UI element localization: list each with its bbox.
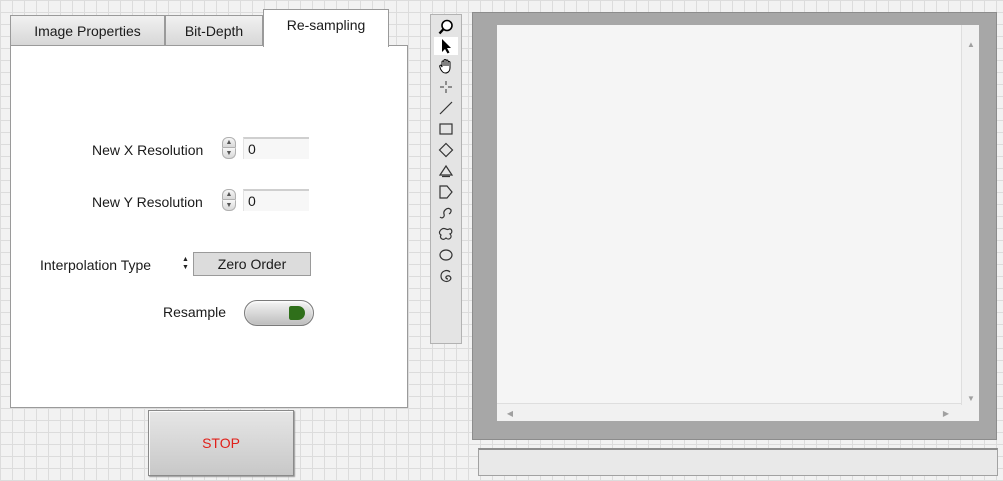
tab-label: Image Properties [34, 23, 141, 39]
pointer-icon[interactable] [434, 37, 458, 55]
zoom-icon[interactable] [434, 18, 458, 36]
image-display-frame: ▲ ▼ ◀ ▶ [472, 12, 997, 440]
tab-image-properties[interactable]: Image Properties [10, 15, 165, 46]
annulus-icon[interactable] [434, 162, 458, 180]
freehand-line-icon[interactable] [434, 204, 458, 222]
increment-arrow-icon[interactable]: ▲ [222, 189, 236, 200]
increment-arrow-icon[interactable]: ▲ [222, 137, 236, 148]
resample-button[interactable] [244, 300, 314, 326]
pan-hand-icon[interactable] [434, 57, 458, 75]
vertical-scrollbar[interactable]: ▲ ▼ [961, 25, 979, 417]
image-display[interactable] [497, 25, 961, 403]
broken-line-icon[interactable] [434, 267, 458, 285]
stop-button[interactable]: STOP [148, 410, 294, 476]
freehand-region-icon[interactable] [434, 225, 458, 243]
tab-strip: Image Properties Bit-Depth Re-sampling [10, 8, 408, 47]
decrement-arrow-icon[interactable]: ▼ [222, 148, 236, 159]
tab-label: Bit-Depth [184, 23, 244, 39]
new-x-resolution-input[interactable]: 0 [243, 137, 309, 159]
ring-down-arrow-icon[interactable]: ▼ [182, 264, 189, 272]
scroll-left-arrow-icon[interactable]: ◀ [501, 404, 519, 422]
resample-label: Resample [163, 304, 227, 320]
tab-re-sampling[interactable]: Re-sampling [263, 9, 389, 47]
scroll-right-arrow-icon[interactable]: ▶ [937, 404, 955, 422]
resample-led-icon [289, 306, 305, 320]
new-x-resolution-label: New X Resolution [92, 142, 204, 158]
rectangle-icon[interactable] [434, 120, 458, 138]
tab-label: Re-sampling [286, 17, 366, 33]
oval-icon[interactable] [434, 246, 458, 264]
interpolation-type-label: Interpolation Type [40, 257, 152, 273]
interpolation-type-ring[interactable]: Zero Order [193, 252, 311, 276]
new-y-resolution-label: New Y Resolution [92, 194, 203, 210]
image-info-status-bar [478, 448, 998, 476]
re-sampling-page: New X Resolution ▲ ▼ 0 New Y Resolution … [10, 45, 408, 408]
crosshair-point-icon[interactable] [434, 78, 458, 96]
rotated-rectangle-icon[interactable] [434, 141, 458, 159]
decrement-arrow-icon[interactable]: ▼ [222, 200, 236, 211]
line-icon[interactable] [434, 99, 458, 117]
ring-up-arrow-icon[interactable]: ▲ [182, 256, 189, 264]
new-y-resolution-stepper[interactable]: ▲ ▼ [222, 189, 236, 211]
scroll-up-arrow-icon[interactable]: ▲ [962, 35, 980, 53]
tool-palette [430, 14, 462, 344]
scroll-corner [961, 405, 979, 421]
tab-control: Image Properties Bit-Depth Re-sampling N… [10, 8, 408, 408]
new-y-resolution-input[interactable]: 0 [243, 189, 309, 211]
polygon-icon[interactable] [434, 183, 458, 201]
tab-bit-depth[interactable]: Bit-Depth [165, 15, 263, 46]
interpolation-type-increment-decrement[interactable]: ▲ ▼ [181, 254, 190, 274]
horizontal-scrollbar[interactable]: ◀ ▶ [497, 403, 961, 421]
new-x-resolution-stepper[interactable]: ▲ ▼ [222, 137, 236, 159]
